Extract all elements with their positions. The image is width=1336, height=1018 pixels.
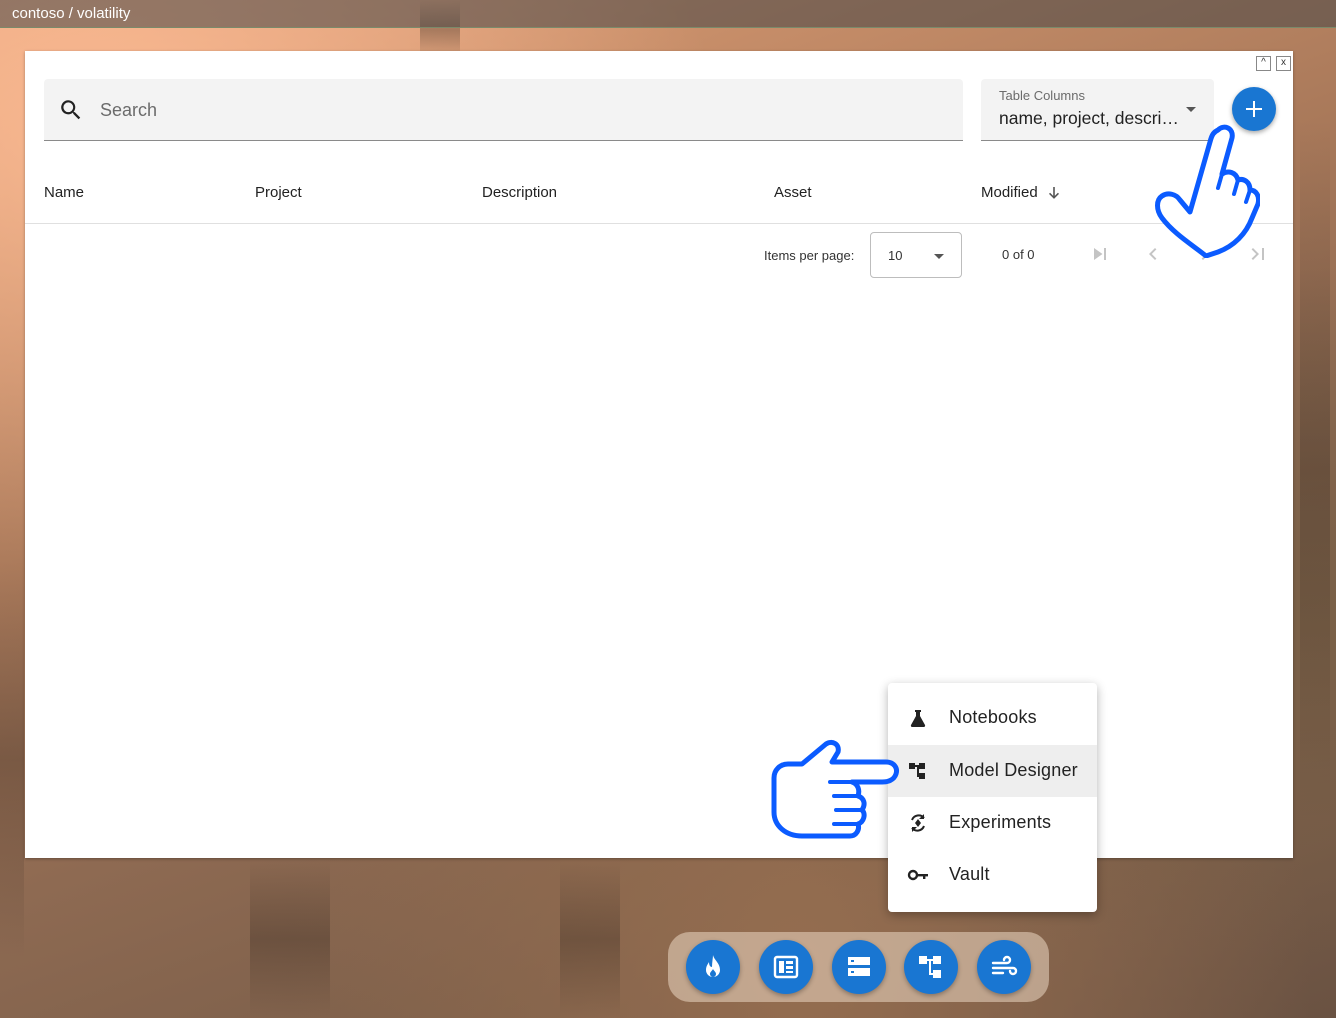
wind-icon xyxy=(991,955,1018,976)
search-icon xyxy=(61,100,81,120)
search-input[interactable] xyxy=(100,97,940,123)
plus-icon xyxy=(1246,101,1262,117)
first-page-icon[interactable] xyxy=(1088,242,1112,266)
pointer-hand-icon xyxy=(1155,124,1260,258)
pointer-hand-icon xyxy=(771,739,899,839)
table-columns-label: Table Columns xyxy=(999,88,1085,103)
schema-icon xyxy=(919,956,941,978)
items-per-page-label: Items per page: xyxy=(764,248,855,263)
column-header-asset[interactable]: Asset xyxy=(774,184,812,201)
flame-icon xyxy=(706,955,720,977)
dock-button-storage[interactable] xyxy=(832,940,886,994)
main-panel: ^ x Table Columns name, project, descri…… xyxy=(25,51,1293,858)
items-per-page-select[interactable]: 10 xyxy=(870,232,962,278)
experiment-cycle-icon xyxy=(911,814,925,832)
paginator: Items per page: 10 0 of 0 xyxy=(25,231,1293,279)
menu-item-label: Notebooks xyxy=(949,707,1037,727)
menu-item-label: Model Designer xyxy=(949,760,1078,780)
close-window-button[interactable]: x xyxy=(1276,56,1291,71)
dropdown-arrow-icon xyxy=(1186,107,1196,112)
column-header-modified[interactable]: Modified xyxy=(981,184,1038,201)
column-header-description[interactable]: Description xyxy=(482,184,557,201)
key-icon xyxy=(907,869,928,881)
top-bar: contoso / volatility xyxy=(0,0,1336,28)
breadcrumb[interactable]: contoso / volatility xyxy=(12,5,130,22)
menu-item-vault[interactable]: Vault xyxy=(888,849,1097,901)
collapse-window-button[interactable]: ^ xyxy=(1256,56,1271,71)
search-box[interactable] xyxy=(44,79,963,141)
menu-item-model-designer[interactable]: Model Designer xyxy=(888,745,1097,797)
storage-icon xyxy=(848,957,870,976)
dock-button-wind[interactable] xyxy=(977,940,1031,994)
items-per-page-value: 10 xyxy=(888,248,903,263)
schema-icon xyxy=(909,763,925,779)
menu-item-notebooks[interactable]: Notebooks xyxy=(888,692,1097,744)
menu-item-label: Vault xyxy=(949,864,990,884)
page-range-label: 0 of 0 xyxy=(1002,247,1035,262)
app-dock xyxy=(668,932,1049,1002)
navigation-menu: Notebooks Model Designer Experiments Vau… xyxy=(888,683,1097,912)
dock-button-dashboard[interactable] xyxy=(759,940,813,994)
sort-descending-icon[interactable] xyxy=(1047,186,1061,200)
menu-item-experiments[interactable]: Experiments xyxy=(888,797,1097,849)
dock-button-flame[interactable] xyxy=(686,940,740,994)
column-header-name[interactable]: Name xyxy=(44,184,84,201)
flask-icon xyxy=(910,710,926,727)
column-header-project[interactable]: Project xyxy=(255,184,302,201)
dropdown-arrow-icon xyxy=(934,254,944,259)
dashboard-icon xyxy=(773,955,799,979)
dock-button-model-designer[interactable] xyxy=(904,940,958,994)
table-header: Name Project Description Asset Modified xyxy=(25,169,1293,224)
menu-item-label: Experiments xyxy=(949,812,1052,832)
